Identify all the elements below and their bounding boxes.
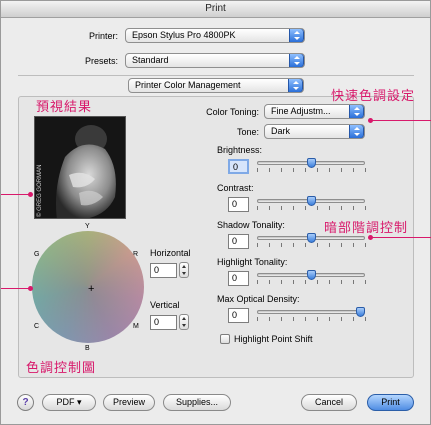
cancel-button[interactable]: Cancel	[301, 394, 357, 411]
brightness-ticks	[257, 168, 366, 172]
contrast-slider-thumb[interactable]	[306, 196, 316, 206]
panel-popup[interactable]: Printer Color Management	[128, 78, 304, 93]
popup-arrows-icon	[349, 125, 364, 138]
tone-popup[interactable]: Dark	[264, 124, 365, 139]
shadow-tonality-field[interactable]: 0	[228, 234, 249, 249]
supplies-button[interactable]: Supplies...	[163, 394, 231, 411]
tone-value: Dark	[271, 126, 291, 136]
tone-label: Tone:	[236, 127, 259, 137]
horizontal-label: Horizontal	[150, 248, 191, 258]
presets-label: Presets:	[84, 56, 118, 66]
highlight-tonality-label: Highlight Tonality:	[217, 257, 288, 267]
highlight-tonality-field[interactable]: 0	[228, 271, 249, 286]
pointer-dot-shadow	[368, 235, 373, 240]
brightness-slider-thumb[interactable]	[306, 158, 316, 168]
pointer-dot-wheel	[28, 286, 33, 291]
panel-value: Printer Color Management	[135, 80, 241, 90]
preview-button[interactable]: Preview	[103, 394, 155, 411]
pointer-line-preview	[1, 194, 31, 195]
popup-arrows-icon	[349, 105, 364, 118]
brightness-label: Brightness:	[217, 145, 263, 155]
wheel-label-y: Y	[85, 223, 90, 230]
highlight-tonality-ticks	[257, 280, 366, 284]
highlight-point-shift-checkbox[interactable]	[220, 334, 230, 344]
color-toning-value: Fine Adjustm...	[271, 106, 331, 116]
printer-value: Epson Stylus Pro 4800PK	[132, 30, 236, 40]
annotation-preview-result: 預視結果	[36, 100, 93, 115]
pointer-line-shadow	[371, 237, 431, 238]
pointer-line-wheel	[1, 288, 31, 289]
horizontal-stepper[interactable]	[179, 262, 189, 278]
wheel-label-g: G	[34, 251, 40, 258]
printer-label: Printer:	[88, 31, 118, 41]
portrait-photo	[35, 117, 125, 218]
pointer-line-toning	[371, 120, 431, 121]
contrast-ticks	[257, 206, 366, 210]
wheel-label-m: M	[133, 323, 139, 330]
popup-arrows-icon	[289, 29, 304, 42]
max-optical-density-label: Max Optical Density:	[217, 294, 300, 304]
max-optical-density-field[interactable]: 0	[228, 308, 249, 323]
popup-arrows-icon	[288, 79, 303, 92]
popup-arrows-icon	[289, 54, 304, 67]
shadow-tonality-slider-thumb[interactable]	[306, 233, 316, 243]
max-optical-density-track[interactable]	[257, 310, 365, 314]
pointer-dot-toning	[368, 118, 373, 123]
brightness-field[interactable]: 0	[228, 159, 249, 174]
max-optical-density-slider-thumb[interactable]	[356, 307, 365, 317]
shadow-tonality-label: Shadow Tonality:	[217, 220, 285, 230]
help-button[interactable]: ?	[17, 394, 34, 411]
annotation-toning-chart: 色調控制圖	[26, 361, 97, 376]
shadow-tonality-ticks	[257, 243, 366, 247]
annotation-shadow-control: 暗部階調控制	[324, 221, 409, 236]
highlight-tonality-slider-thumb[interactable]	[306, 270, 316, 280]
preview-image: © GREG GORMAN	[34, 116, 126, 219]
contrast-field[interactable]: 0	[228, 197, 249, 212]
vertical-stepper[interactable]	[179, 314, 189, 330]
highlight-point-shift-label: Highlight Point Shift	[234, 334, 313, 344]
crosshair-icon[interactable]: +	[88, 283, 94, 295]
wheel-label-b: B	[85, 345, 90, 352]
wheel-label-c: C	[34, 323, 40, 330]
pointer-dot-preview	[28, 192, 33, 197]
pdf-button[interactable]: PDF ▾	[42, 394, 96, 411]
vertical-field[interactable]: 0	[150, 315, 177, 330]
contrast-label: Contrast:	[217, 183, 254, 193]
window-title: Print	[1, 1, 430, 18]
printer-popup[interactable]: Epson Stylus Pro 4800PK	[125, 28, 305, 43]
watermark: © GREG GORMAN	[37, 164, 43, 217]
print-button[interactable]: Print	[367, 394, 414, 411]
annotation-quick-toning: 快速色調設定	[331, 89, 416, 104]
color-toning-popup[interactable]: Fine Adjustm...	[264, 104, 365, 119]
max-optical-density-ticks	[257, 317, 366, 321]
presets-popup[interactable]: Standard	[125, 53, 305, 68]
divider	[18, 75, 414, 76]
vertical-label: Vertical	[150, 300, 180, 310]
presets-value: Standard	[132, 55, 169, 65]
color-toning-label: Color Toning:	[206, 107, 259, 117]
horizontal-field[interactable]: 0	[150, 263, 177, 278]
print-dialog: Print Printer: Epson Stylus Pro 4800PK P…	[0, 0, 431, 425]
